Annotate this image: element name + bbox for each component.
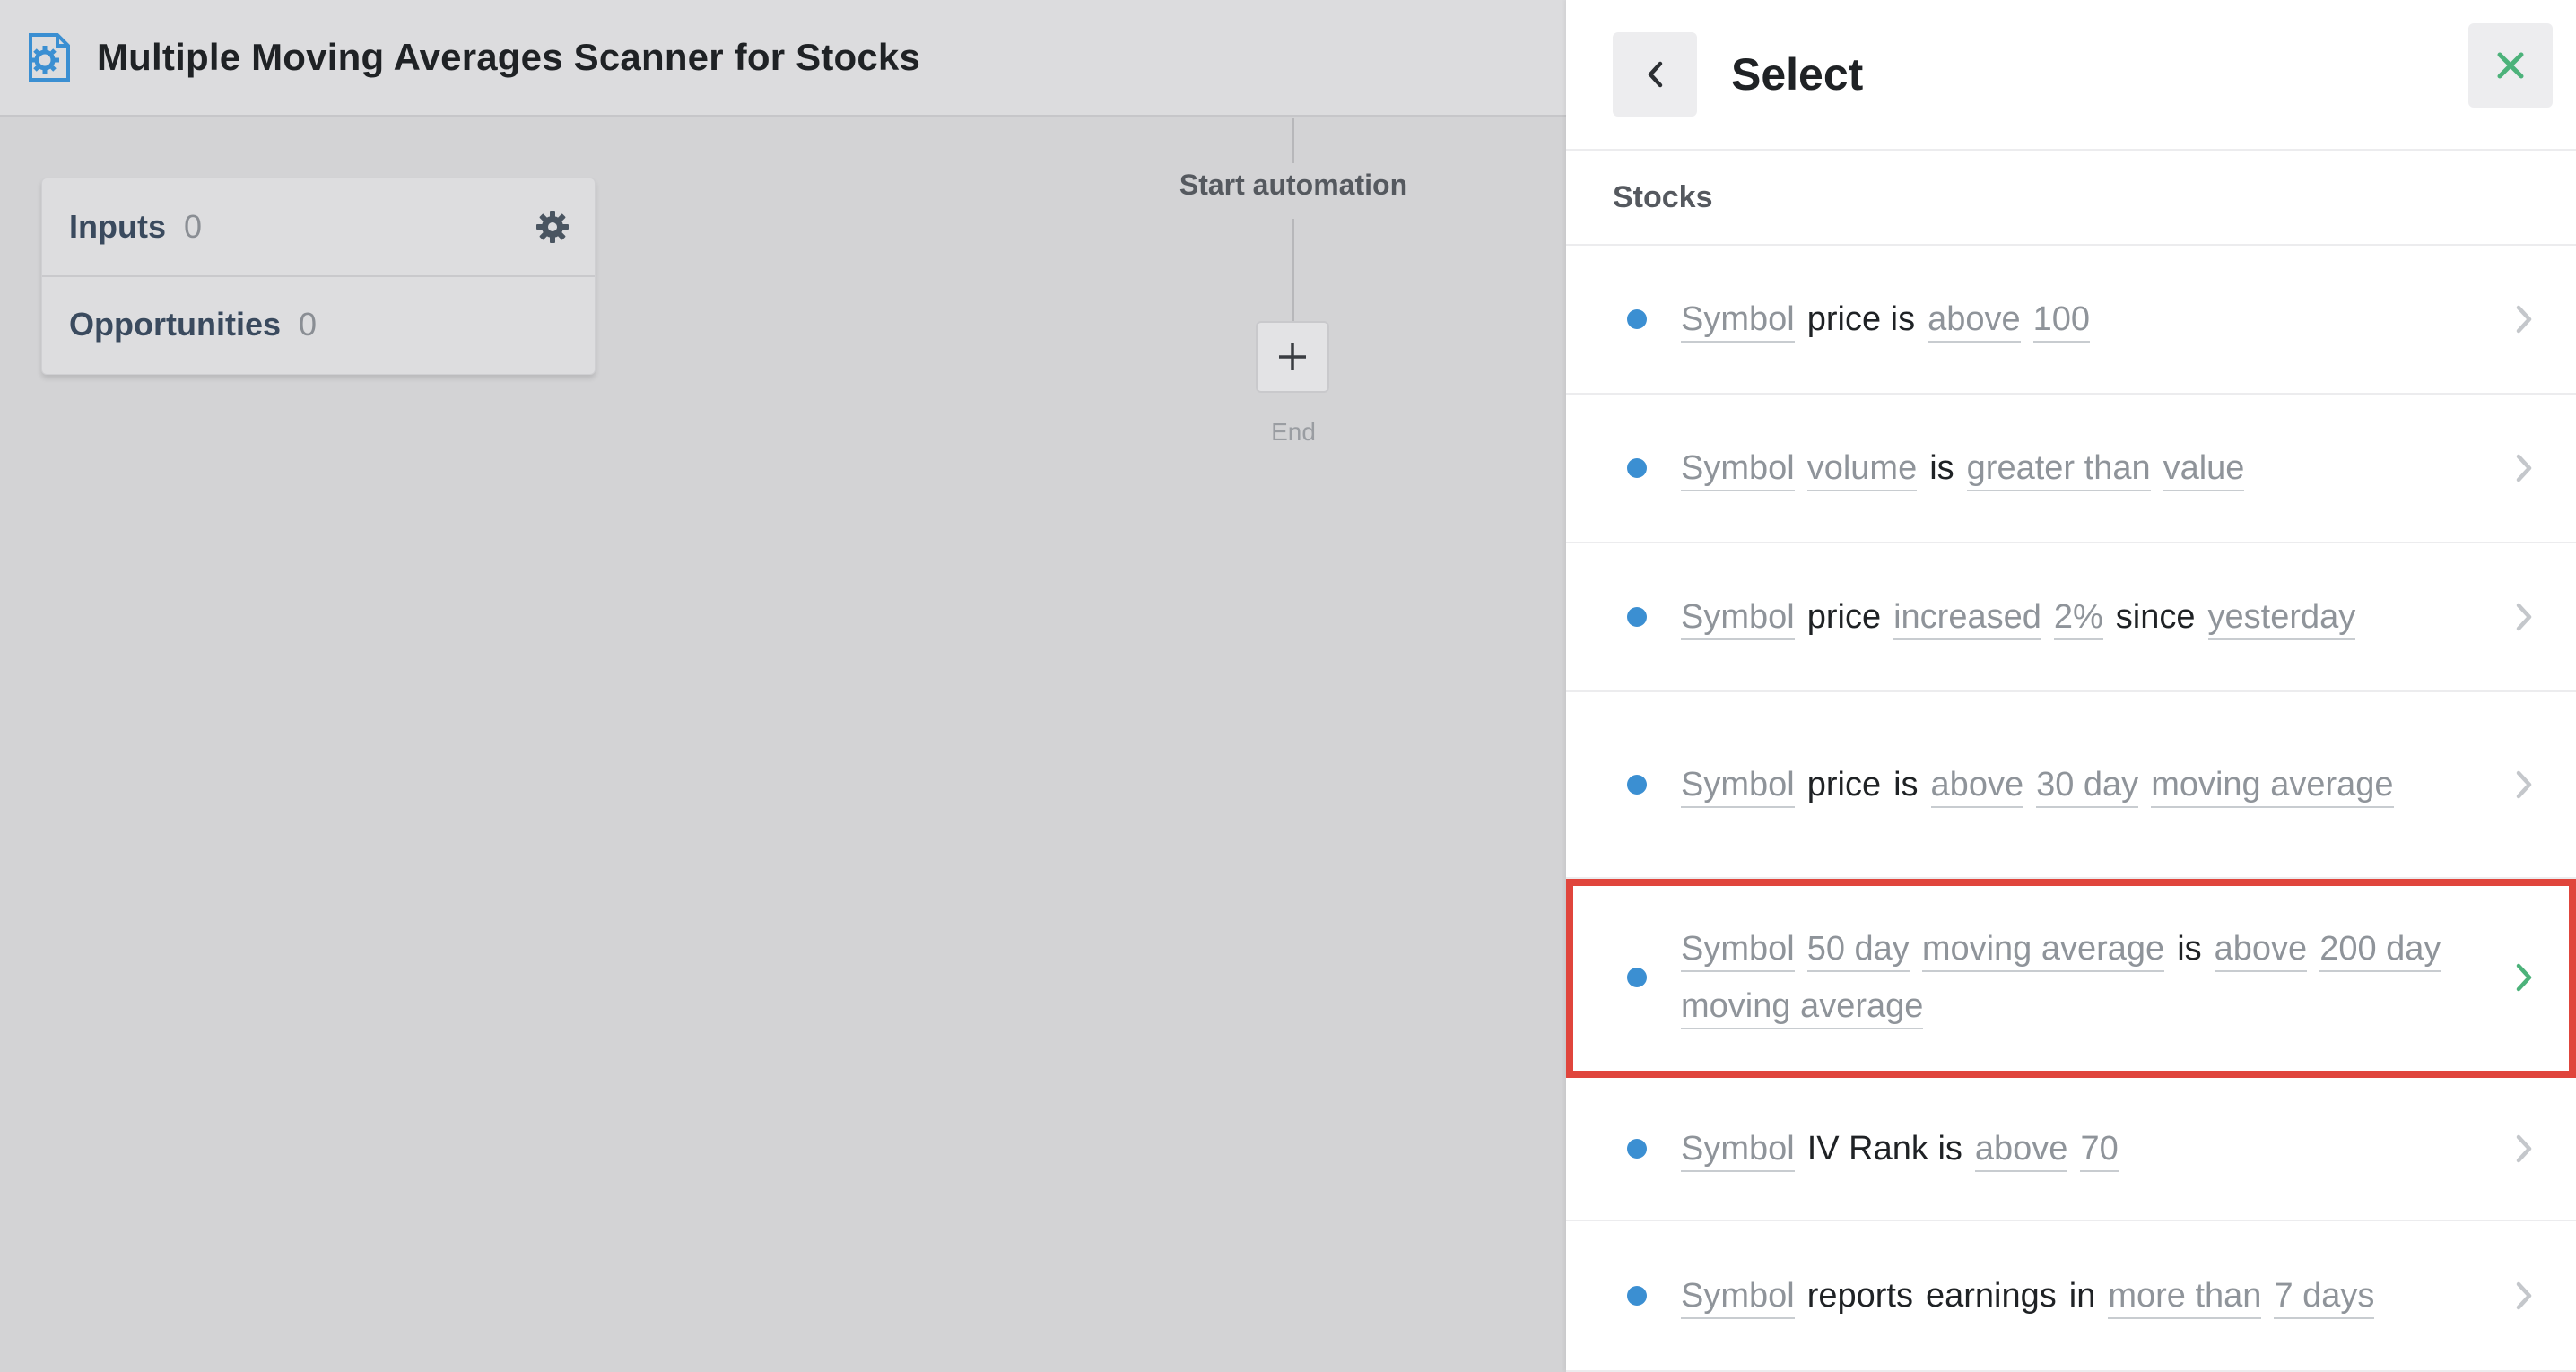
plus-icon bbox=[1279, 343, 1306, 370]
end-label: End bbox=[1271, 418, 1316, 446]
chevron-left-icon bbox=[1648, 61, 1663, 88]
condition-token[interactable]: above bbox=[2214, 927, 2308, 972]
select-panel: Select Stocks Symbol price is above 100 Symb… bbox=[1566, 0, 2576, 1372]
inputs-label: Inputs bbox=[69, 208, 166, 245]
inputs-row[interactable]: Inputs 0 bbox=[42, 178, 595, 275]
condition-token[interactable]: 200 day bbox=[2319, 927, 2441, 972]
section-heading-stocks: Stocks bbox=[1566, 151, 2576, 246]
chevron-right-icon bbox=[2516, 603, 2532, 631]
gear-icon[interactable] bbox=[535, 210, 570, 244]
condition-token[interactable]: yesterday bbox=[2207, 595, 2356, 640]
condition-option[interactable]: Symbol price is above 100 bbox=[1566, 246, 2576, 395]
condition-fixed-text: IV Rank is bbox=[1806, 1130, 1962, 1168]
bullet-dot bbox=[1627, 775, 1647, 795]
condition-token[interactable]: 100 bbox=[2032, 298, 2091, 343]
start-automation-label: Start automation bbox=[1179, 169, 1408, 201]
condition-token[interactable]: Symbol bbox=[1681, 447, 1795, 491]
condition-text: Symbol price is above 30 day moving average bbox=[1681, 756, 2406, 813]
back-button[interactable] bbox=[1613, 32, 1697, 117]
close-icon bbox=[2497, 52, 2524, 79]
condition-token[interactable]: 30 day bbox=[2036, 763, 2139, 808]
panel-title: Select bbox=[1731, 49, 1864, 100]
condition-token[interactable]: 2% bbox=[2053, 595, 2103, 640]
condition-token[interactable]: moving average bbox=[1921, 927, 2165, 972]
condition-token[interactable]: moving average bbox=[2151, 763, 2394, 808]
condition-fixed-text: since bbox=[2115, 598, 2196, 636]
condition-fixed-text: is bbox=[1893, 766, 1919, 803]
condition-fixed-text: is bbox=[2177, 930, 2202, 968]
condition-token[interactable]: 7 days bbox=[2274, 1274, 2375, 1319]
bullet-dot bbox=[1627, 458, 1647, 478]
condition-token[interactable]: Symbol bbox=[1681, 763, 1795, 808]
chevron-right-icon bbox=[2516, 963, 2532, 992]
condition-fixed-text: price is bbox=[1806, 300, 1916, 338]
condition-option[interactable]: Symbol price is above 30 day moving average bbox=[1566, 692, 2576, 879]
bullet-dot bbox=[1627, 607, 1647, 627]
condition-option[interactable]: Symbol volume is greater than value bbox=[1566, 395, 2576, 543]
opportunities-row[interactable]: Opportunities 0 bbox=[42, 275, 595, 372]
condition-token[interactable]: value bbox=[2163, 447, 2245, 491]
condition-token[interactable]: Symbol bbox=[1681, 1127, 1795, 1172]
bullet-dot bbox=[1627, 309, 1647, 329]
condition-option[interactable]: Symbol reports earnings in more than 7 days bbox=[1566, 1221, 2576, 1372]
opportunities-count: 0 bbox=[299, 306, 318, 343]
condition-token[interactable]: more than bbox=[2108, 1274, 2262, 1319]
chevron-right-icon bbox=[2516, 770, 2532, 799]
condition-fixed-text: in bbox=[2068, 1277, 2096, 1315]
panel-header: Select bbox=[1566, 0, 2576, 151]
chevron-right-icon bbox=[2516, 454, 2532, 482]
condition-token[interactable]: 50 day bbox=[1806, 927, 1910, 972]
condition-text: Symbol price is above 100 bbox=[1681, 291, 2102, 348]
automation-gear-icon bbox=[29, 33, 70, 82]
condition-text: Symbol price increased 2% since yesterday bbox=[1681, 588, 2368, 646]
condition-option[interactable]: Symbol price increased 2% since yesterday bbox=[1566, 543, 2576, 692]
add-step-button[interactable] bbox=[1256, 321, 1329, 393]
options-list: Symbol price is above 100 Symbol volume is grea… bbox=[1566, 246, 2576, 1372]
condition-token[interactable]: Symbol bbox=[1681, 927, 1795, 972]
close-button[interactable] bbox=[2468, 23, 2553, 108]
condition-token[interactable]: volume bbox=[1806, 447, 1918, 491]
condition-fixed-text: reports bbox=[1806, 1277, 1913, 1315]
chevron-right-icon bbox=[2516, 1281, 2532, 1310]
condition-option[interactable]: Symbol 50 day moving average is above 200 day… bbox=[1566, 879, 2576, 1078]
condition-fixed-text: price bbox=[1806, 766, 1882, 803]
condition-token[interactable]: above bbox=[1974, 1127, 2068, 1172]
condition-text: Symbol volume is greater than value bbox=[1681, 439, 2257, 497]
condition-text: Symbol reports earnings in more than 7 days bbox=[1681, 1267, 2387, 1324]
condition-token[interactable]: above bbox=[1928, 298, 2021, 343]
condition-token[interactable]: Symbol bbox=[1681, 298, 1795, 343]
inputs-count: 0 bbox=[183, 208, 203, 245]
condition-token[interactable]: greater than bbox=[1966, 447, 2151, 491]
bullet-dot bbox=[1627, 1286, 1647, 1306]
condition-token[interactable]: Symbol bbox=[1681, 595, 1795, 640]
condition-fixed-text: is bbox=[1929, 449, 1954, 487]
flow-connector-middle bbox=[1292, 219, 1294, 321]
opportunities-label: Opportunities bbox=[69, 306, 281, 343]
condition-token[interactable]: moving average bbox=[1681, 985, 1924, 1029]
chevron-right-icon bbox=[2516, 1134, 2532, 1163]
top-bar: Multiple Moving Averages Scanner for Sto… bbox=[0, 0, 1566, 117]
page-title: Multiple Moving Averages Scanner for Sto… bbox=[97, 36, 921, 78]
bullet-dot bbox=[1627, 968, 1647, 987]
chevron-right-icon bbox=[2516, 305, 2532, 334]
condition-option[interactable]: Symbol IV Rank is above 70 bbox=[1566, 1078, 2576, 1221]
flow-connector-top bbox=[1292, 118, 1294, 163]
bullet-dot bbox=[1627, 1139, 1647, 1159]
condition-fixed-text: earnings bbox=[1926, 1277, 2057, 1315]
condition-text: Symbol 50 day moving average is above 200 day… bbox=[1681, 920, 2477, 1035]
condition-fixed-text: price bbox=[1806, 598, 1882, 636]
condition-token[interactable]: above bbox=[1930, 763, 2024, 808]
condition-text: Symbol IV Rank is above 70 bbox=[1681, 1120, 2131, 1177]
condition-token[interactable]: Symbol bbox=[1681, 1274, 1795, 1319]
condition-token[interactable]: increased bbox=[1893, 595, 2041, 640]
condition-token[interactable]: 70 bbox=[2080, 1127, 2119, 1172]
inputs-outputs-card: Inputs 0 Opportunities 0 bbox=[41, 178, 596, 375]
